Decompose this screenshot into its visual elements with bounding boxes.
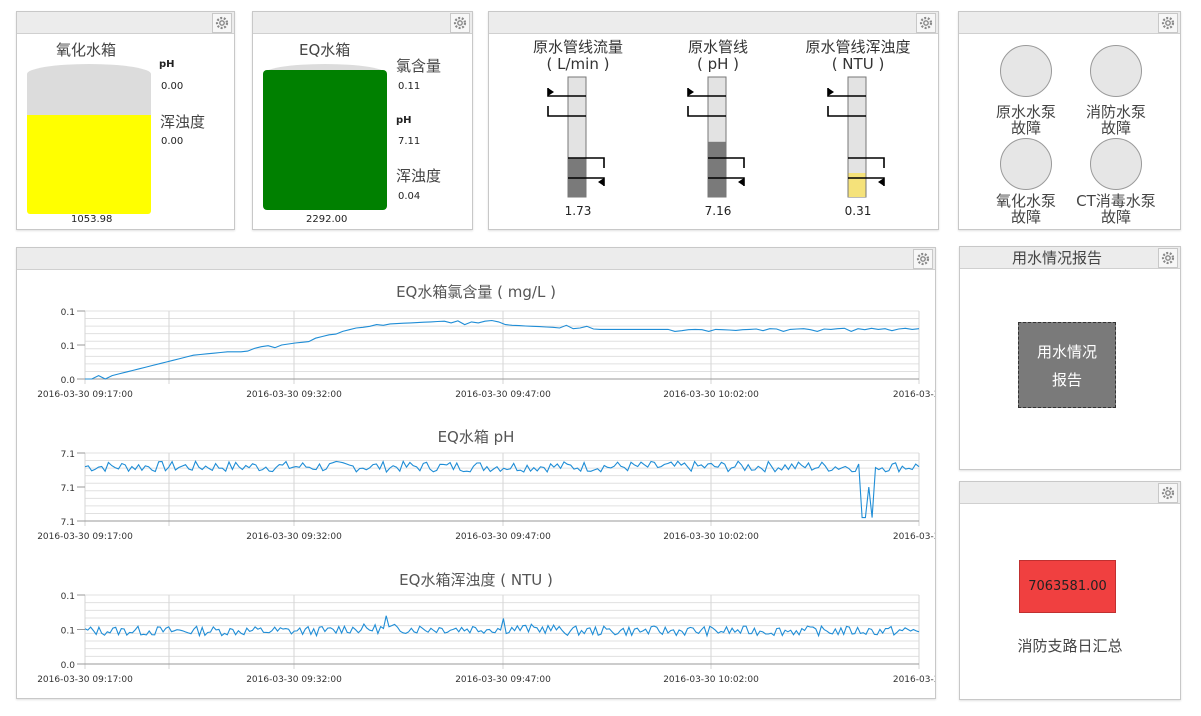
gauge-title: 原水管线浑浊度( NTU )	[805, 38, 911, 73]
panel-header	[960, 482, 1180, 504]
turbidity-label: 浑浊度	[160, 113, 206, 131]
trend-charts: 0.1 0.1 0.0 2016-03-30 09:17:00 2016-03-30 0…	[37, 308, 935, 685]
chart-2: 0.1 0.1 0.0 2016-03-30 09:17:00 2016-03-30 0…	[37, 592, 935, 685]
gauge-value: 0.31	[844, 204, 872, 218]
ph-label: pH	[159, 59, 175, 70]
gauge-fill	[708, 141, 726, 197]
pipeline-gauges-panel: 原水管线流量( L/min ) 1.73 原水管线( pH ) 7.16 原水管线浑浊度…	[488, 11, 939, 230]
panel-header: 用水情况报告	[960, 247, 1180, 269]
gauge-alarm-flag	[878, 178, 884, 186]
x-tick-label: 2016-03-30 10:02:00	[663, 390, 759, 400]
pump-status-panel: 原水水泵 故障 消防水泵 故障 氧化水泵 故障 CT消毒水泵 故障	[958, 11, 1181, 230]
panel-header	[489, 12, 938, 34]
fire-branch-daily-total-label: 消防支路日汇总	[1017, 637, 1123, 655]
x-tick-label: 2016-03-30 09:17:00	[37, 390, 133, 400]
y-tick-label: 0.1	[61, 627, 75, 637]
y-tick-label: 0.1	[61, 592, 75, 602]
x-tick-label: 2016-03-30 09:47:00	[455, 532, 551, 542]
turbidity-value: 0.04	[398, 191, 421, 202]
x-tick-label: 2016-03-30 09:32:00	[246, 390, 342, 400]
eq-tank-panel: EQ水箱 氯含量 0.11 pH 7.11 浑浊度 0.04 2292.00	[252, 11, 473, 230]
ph-value: 7.11	[398, 136, 421, 147]
x-tick-label: 2016-03-30 09:32:00	[246, 675, 342, 685]
fire-branch-daily-total-value: 7063581.00	[1019, 560, 1116, 613]
raw-water-pump-label: 原水水泵 故障	[995, 103, 1056, 137]
gear-icon[interactable]	[1158, 13, 1178, 33]
gauge-alarm-flag	[548, 88, 554, 96]
chart-0: 0.1 0.1 0.0 2016-03-30 09:17:00 2016-03-30 0…	[37, 308, 935, 400]
x-tick-label: 2016-03-30	[893, 390, 935, 400]
y-tick-label: 7.1	[61, 484, 75, 494]
trend-charts-panel: EQ水箱氯含量 ( mg/L ) EQ水箱 pH EQ水箱浑浊度 ( NTU )…	[16, 247, 936, 699]
x-tick-label: 2016-03-30 09:17:00	[37, 532, 133, 542]
panel-header	[959, 12, 1180, 34]
chlorine-label: 氯含量	[396, 57, 442, 75]
y-tick-label: 0.0	[61, 376, 76, 386]
x-tick-label: 2016-03-30 10:02:00	[663, 675, 759, 685]
x-tick-label: 2016-03-30	[893, 532, 935, 542]
gear-icon[interactable]	[916, 13, 936, 33]
gauge-title: 原水管线( pH )	[687, 38, 748, 73]
gauge-alarm-flag	[738, 178, 744, 186]
water-usage-report-panel: 用水情况报告 用水情况 报告	[959, 246, 1181, 470]
ct-disinfection-pump-label: CT消毒水泵 故障	[1076, 192, 1156, 226]
chart-1: 7.1 7.1 7.1 2016-03-30 09:17:00 2016-03-30 0…	[37, 450, 935, 542]
chlorine-value: 0.11	[398, 81, 421, 92]
gauge-bar	[547, 76, 605, 198]
turbidity-value: 0.00	[161, 136, 184, 147]
tank-level-fill	[263, 70, 387, 210]
gauge-alarm-flag	[598, 178, 604, 186]
fire-branch-summary-panel: 7063581.00 消防支路日汇总	[959, 481, 1181, 700]
series-line	[84, 459, 920, 519]
gauge-alarm-flag	[688, 88, 694, 96]
ph-value: 0.00	[161, 81, 184, 92]
panel-header	[17, 12, 234, 34]
raw-water-pump-indicator	[1000, 45, 1052, 97]
x-tick-label: 2016-03-30 09:17:00	[37, 675, 133, 685]
tank-level-value: 2292.00	[306, 214, 348, 225]
ct-disinfection-pump-indicator	[1090, 138, 1142, 190]
panel-header	[253, 12, 472, 34]
tank-level-fill	[27, 115, 151, 214]
y-tick-label: 0.0	[61, 661, 76, 671]
oxidation-pump-indicator	[1000, 138, 1052, 190]
x-tick-label: 2016-03-30 09:47:00	[455, 390, 551, 400]
tank-title: EQ水箱	[299, 41, 351, 59]
gauge-value: 7.16	[704, 204, 732, 218]
fire-pump-label: 消防水泵 故障	[1085, 103, 1146, 137]
series-line	[85, 319, 920, 380]
x-tick-label: 2016-03-30 09:47:00	[455, 675, 551, 685]
oxidation-pump-label: 氧化水泵 故障	[995, 192, 1056, 226]
gauge-fill	[848, 173, 866, 197]
oxidation-tank-panel: 氧化水箱 pH 0.00 浑浊度 0.00 1053.98	[16, 11, 235, 230]
gauge-title: 原水管线流量( L/min )	[532, 38, 623, 73]
fire-pump-indicator	[1090, 45, 1142, 97]
gear-icon[interactable]	[1158, 483, 1178, 503]
panel-title: 用水情况报告	[1011, 249, 1102, 267]
y-tick-label: 0.1	[61, 308, 75, 318]
y-tick-label: 0.1	[61, 342, 75, 352]
y-tick-label: 7.1	[61, 518, 75, 528]
turbidity-label: 浑浊度	[396, 167, 442, 185]
water-usage-report-button[interactable]: 用水情况 报告	[1018, 322, 1116, 408]
gauge-bar	[687, 76, 745, 198]
x-tick-label: 2016-03-30 09:32:00	[246, 532, 342, 542]
x-tick-label: 2016-03-30	[893, 675, 935, 685]
gear-icon[interactable]	[212, 13, 232, 33]
gauge-value: 1.73	[564, 204, 592, 218]
tank-title: 氧化水箱	[56, 41, 117, 59]
gear-icon[interactable]	[1158, 248, 1178, 268]
ph-label: pH	[396, 115, 412, 126]
x-tick-label: 2016-03-30 10:02:00	[663, 532, 759, 542]
gauge-bar	[827, 76, 885, 198]
tank-level-value: 1053.98	[71, 214, 113, 225]
gauge-alarm-flag	[828, 88, 834, 96]
y-tick-label: 7.1	[61, 450, 75, 460]
gear-icon[interactable]	[450, 13, 470, 33]
